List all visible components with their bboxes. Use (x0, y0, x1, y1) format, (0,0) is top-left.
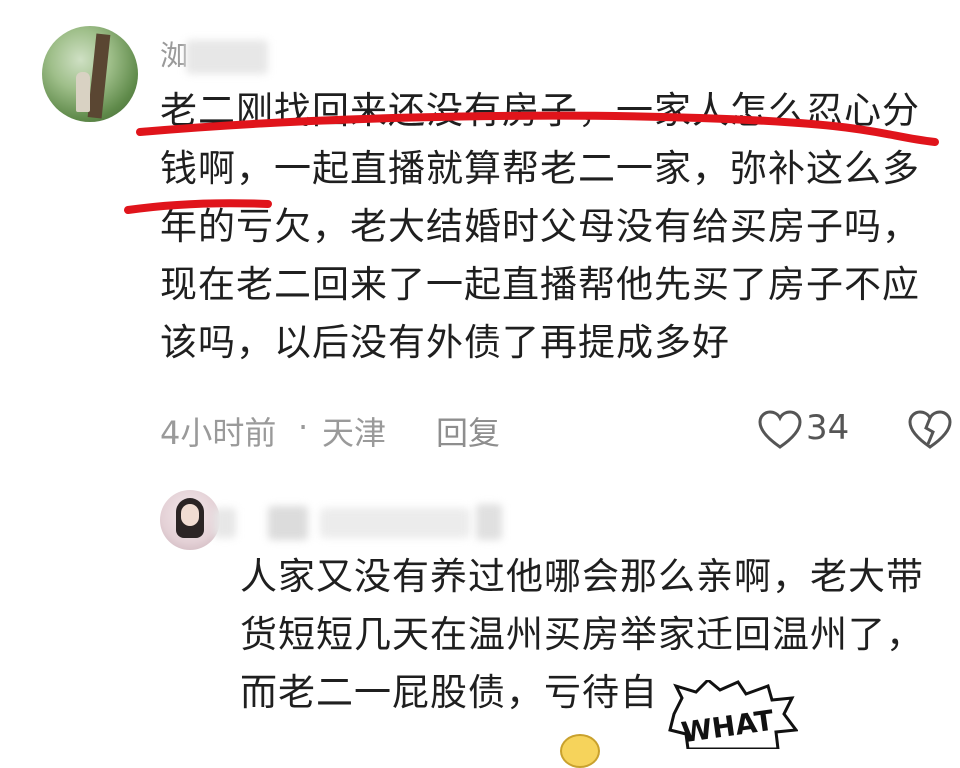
reply-button[interactable]: 回复 (436, 408, 500, 454)
comment-line: 该吗，以后没有外债了再提成多好 (160, 321, 730, 364)
comment-line: 钱啊，一起直播就算帮老二一家，弥补这么多 (160, 147, 920, 190)
avatar-tree-trunk (87, 33, 111, 119)
avatar[interactable] (160, 490, 220, 550)
avatar-person (76, 72, 90, 112)
comment-timestamp: 4小时前 (160, 414, 277, 452)
comment-line: 货短短几天在温州买房举家迁回温州了， (240, 613, 924, 656)
comment-line: 现在老二回来了一起直播帮他先买了房子不应 (160, 263, 920, 306)
username-blur (214, 508, 236, 538)
avatar-face (181, 504, 199, 526)
username-blur (320, 508, 470, 538)
comment-line: 老二刚找回来还没有房子，一家人怎么忍心分 (160, 89, 920, 132)
avatar[interactable] (42, 26, 138, 122)
username-blur (476, 504, 502, 540)
heart-outline-icon[interactable] (758, 410, 802, 450)
comment-location: 天津 (322, 414, 387, 452)
comment-line: 年的亏欠，老大结婚时父母没有给买房子吗， (160, 205, 920, 248)
comment-line: 人家又没有养过他哪会那么亲啊，老大带 (240, 555, 924, 598)
emoji-face-sticker (560, 734, 600, 768)
comment-line: 而老二一屁股债，亏待自 (240, 671, 658, 714)
username-blur (268, 506, 308, 540)
like-count: 34 (806, 408, 850, 448)
comment-username[interactable]: 洳 (160, 34, 188, 74)
comment-text: 人家又没有养过他哪会那么亲啊，老大带 货短短几天在温州买房举家迁回温州了， 而老… (240, 548, 924, 722)
meta-separator: · (298, 408, 309, 446)
comment-text: 老二刚找回来还没有房子，一家人怎么忍心分 钱啊，一起直播就算帮老二一家，弥补这么… (160, 82, 920, 372)
broken-heart-icon[interactable] (908, 410, 952, 450)
username-blur (186, 40, 268, 74)
what-burst-sticker: WHAT (668, 680, 798, 749)
